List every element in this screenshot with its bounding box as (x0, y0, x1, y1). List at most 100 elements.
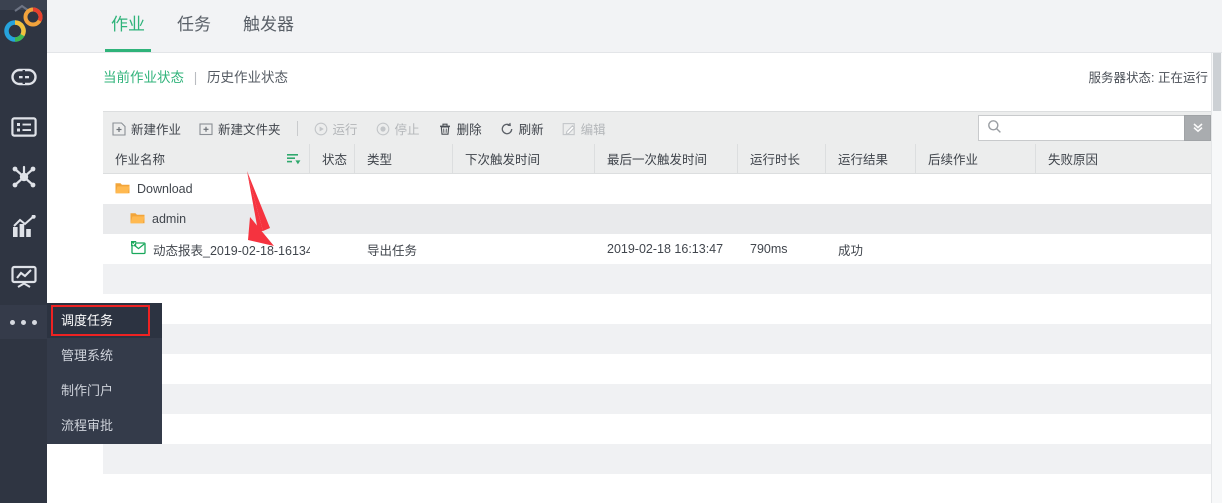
cell-result (826, 204, 916, 234)
edit-button[interactable]: 编辑 (553, 112, 615, 145)
rail-more-button[interactable] (0, 305, 47, 339)
tab-list: 作业 任务 触发器 (95, 0, 310, 52)
cell-status (310, 234, 355, 264)
rail-item-network[interactable] (0, 152, 47, 202)
run-button[interactable]: 运行 (305, 112, 367, 145)
stop-button[interactable]: 停止 (367, 112, 429, 145)
cell-next-trigger (453, 234, 595, 264)
left-rail (0, 0, 47, 503)
breadcrumb-current-status[interactable]: 当前作业状态 (103, 70, 184, 85)
vertical-scrollbar[interactable] (1211, 53, 1222, 503)
run-label: 运行 (332, 123, 358, 137)
new-job-icon (112, 121, 126, 136)
play-icon (314, 122, 328, 136)
cell-job-name-label: admin (152, 212, 187, 226)
table-row[interactable]: 动态报表_2019-02-18-161342 导出任务 2019-02-18 1… (103, 234, 1222, 264)
table-row-empty[interactable] (103, 324, 1222, 354)
cell-type: 导出任务 (367, 243, 418, 258)
cell-status (310, 174, 355, 204)
col-header-fail-reason[interactable]: 失败原因 (1036, 144, 1188, 173)
table-row-empty[interactable] (103, 384, 1222, 414)
cell-result (826, 174, 916, 204)
search-input[interactable] (1008, 120, 1184, 136)
table-row[interactable]: admin (103, 204, 1222, 234)
cell-fail-reason (1036, 234, 1188, 264)
table-row-empty[interactable] (103, 354, 1222, 384)
delete-button[interactable]: 删除 (429, 112, 491, 145)
rail-item-presentation[interactable] (0, 252, 47, 302)
search-dropdown-button[interactable] (1184, 115, 1211, 141)
cell-last-trigger (595, 204, 738, 234)
menu-item-process-approval[interactable]: 流程审批 (47, 408, 162, 443)
stop-label: 停止 (394, 123, 420, 137)
refresh-icon (500, 122, 514, 136)
menu-item-schedule-task[interactable]: 调度任务 (47, 303, 162, 338)
cell-next-job (916, 174, 1036, 204)
cell-job-name-label: Download (137, 182, 193, 196)
col-header-next-job[interactable]: 后续作业 (916, 144, 1036, 173)
edit-label: 编辑 (580, 123, 606, 137)
cell-job-name-label: 动态报表_2019-02-18-161342 (153, 243, 310, 258)
cell-next-trigger (453, 174, 595, 204)
table-header-row: 作业名称 状态 类型 下次触发时间 最后一次触发时间 运行时长 运行结果 后续作… (103, 144, 1222, 174)
menu-item-manage-system[interactable]: 管理系统 (47, 338, 162, 373)
jobs-table: 作业名称 状态 类型 下次触发时间 最后一次触发时间 运行时长 运行结果 后续作… (103, 144, 1222, 503)
table-row-empty[interactable] (103, 294, 1222, 324)
tab-jobs[interactable]: 作业 (95, 0, 161, 52)
breadcrumb: 当前作业状态 | 历史作业状态 (103, 66, 288, 86)
chevron-double-down-icon (1191, 120, 1205, 137)
refresh-button[interactable]: 刷新 (491, 112, 553, 145)
col-header-next-trigger[interactable]: 下次触发时间 (453, 144, 595, 173)
breadcrumb-separator: | (193, 70, 198, 85)
col-header-type[interactable]: 类型 (355, 144, 453, 173)
col-header-result[interactable]: 运行结果 (826, 144, 916, 173)
edit-pencil-icon (562, 122, 576, 136)
cell-duration: 790ms (750, 242, 788, 256)
search-box[interactable] (978, 115, 1184, 141)
tab-tasks[interactable]: 任务 (161, 0, 227, 52)
col-header-status[interactable]: 状态 (310, 144, 355, 173)
cell-fail-reason (1036, 174, 1188, 204)
new-folder-icon (199, 122, 213, 136)
bar-chart-icon (11, 215, 37, 239)
scrollbar-thumb[interactable] (1213, 53, 1221, 111)
table-row-empty[interactable] (103, 414, 1222, 444)
col-header-last-trigger[interactable]: 最后一次触发时间 (595, 144, 738, 173)
cell-job-name: admin (103, 204, 310, 234)
col-header-duration[interactable]: 运行时长 (738, 144, 826, 173)
cell-result: 成功 (838, 243, 864, 258)
col-header-job-name[interactable]: 作业名称 (103, 144, 310, 173)
cell-status (310, 204, 355, 234)
table-row[interactable]: Download (103, 174, 1222, 204)
new-job-button[interactable]: 新建作业 (103, 112, 190, 145)
app-window: 作业 任务 触发器 当前作业状态 | 历史作业状态 服务器状态: 正在运行 新建… (0, 0, 1222, 503)
dot-3 (32, 319, 37, 325)
report-job-icon (131, 240, 146, 258)
dot-1 (10, 319, 15, 325)
table-row-empty[interactable] (103, 444, 1222, 474)
dot-2 (21, 319, 26, 325)
folder-icon (115, 181, 130, 197)
rail-item-bar-chart[interactable] (0, 202, 47, 252)
menu-item-make-portal[interactable]: 制作门户 (47, 373, 162, 408)
rail-icon-list (0, 52, 47, 302)
rail-item-link[interactable] (0, 52, 47, 102)
cell-last-trigger: 2019-02-18 16:13:47 (607, 242, 724, 256)
new-folder-button[interactable]: 新建文件夹 (190, 112, 290, 145)
search-area (978, 115, 1211, 141)
folder-icon (130, 211, 145, 227)
table-row-empty[interactable] (103, 474, 1222, 503)
sort-desc-icon[interactable] (287, 153, 301, 168)
breadcrumb-history-status[interactable]: 历史作业状态 (207, 70, 288, 85)
refresh-label: 刷新 (518, 123, 544, 137)
trash-icon (438, 122, 452, 136)
cell-duration (738, 174, 826, 204)
cell-next-trigger (453, 204, 595, 234)
sub-header: 当前作业状态 | 历史作业状态 服务器状态: 正在运行 (47, 53, 1222, 98)
app-logo[interactable] (0, 2, 47, 50)
delete-label: 删除 (456, 123, 482, 137)
rail-item-list-card[interactable] (0, 102, 47, 152)
tab-triggers[interactable]: 触发器 (227, 0, 310, 52)
search-icon (987, 119, 1002, 137)
table-row-empty[interactable] (103, 264, 1222, 294)
